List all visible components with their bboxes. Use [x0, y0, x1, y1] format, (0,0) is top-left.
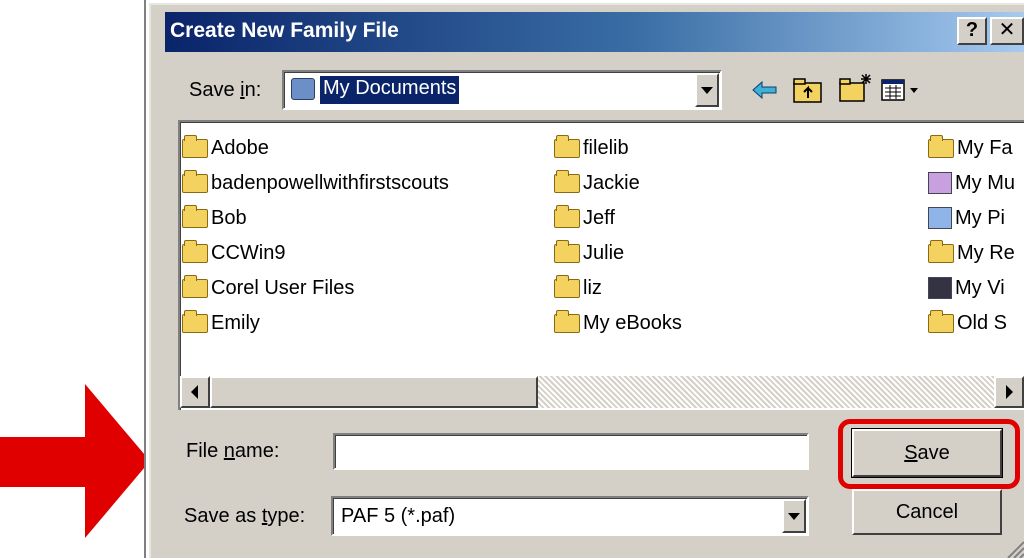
- save-as-type-combobox[interactable]: PAF 5 (*.paf): [331, 496, 809, 536]
- list-item[interactable]: Old S: [928, 309, 1007, 336]
- file-list[interactable]: Adobe badenpowellwithfirstscouts Bob CCW…: [178, 120, 1024, 410]
- list-item[interactable]: My Mu: [928, 170, 1015, 196]
- help-button[interactable]: ?: [957, 17, 987, 45]
- folder-icon: [182, 134, 208, 158]
- scroll-left-button[interactable]: [180, 376, 210, 408]
- chevron-left-icon: [191, 385, 198, 399]
- folder-icon: [182, 169, 208, 193]
- folder-icon: [554, 239, 580, 263]
- list-item[interactable]: badenpowellwithfirstscouts: [182, 169, 449, 196]
- list-item[interactable]: My Re: [928, 239, 1015, 266]
- my-documents-icon: [291, 78, 315, 100]
- save-in-combobox[interactable]: My Documents: [282, 70, 722, 110]
- folder-icon: [928, 134, 954, 158]
- save-in-value: My Documents: [318, 75, 461, 105]
- file-name-label: File name:: [186, 440, 280, 462]
- music-folder-icon: [928, 172, 952, 194]
- list-item[interactable]: Bob: [182, 204, 247, 231]
- folder-icon: [182, 309, 208, 333]
- folder-icon: [928, 309, 954, 333]
- back-arrow-icon[interactable]: [752, 79, 778, 101]
- scroll-right-button[interactable]: [994, 376, 1024, 408]
- video-folder-icon: [928, 277, 952, 299]
- chevron-right-icon: [1006, 385, 1013, 399]
- dialog-title: Create New Family File: [170, 19, 399, 42]
- list-item[interactable]: My Pi: [928, 205, 1005, 231]
- folder-icon: [182, 204, 208, 228]
- list-item[interactable]: My Vi: [928, 275, 1005, 301]
- list-item[interactable]: Adobe: [182, 134, 269, 161]
- list-item[interactable]: Jackie: [554, 169, 640, 196]
- resize-grip-icon[interactable]: [1004, 538, 1024, 558]
- folder-icon: [554, 169, 580, 193]
- red-arrow-icon: [0, 384, 150, 538]
- horizontal-scrollbar[interactable]: [180, 376, 1024, 408]
- folder-icon: [554, 134, 580, 158]
- folder-icon: [182, 239, 208, 263]
- scroll-thumb[interactable]: [210, 376, 538, 408]
- save-as-type-value: PAF 5 (*.paf): [341, 505, 456, 527]
- save-in-dropdown-button[interactable]: [695, 73, 719, 107]
- close-button[interactable]: ✕: [990, 17, 1024, 45]
- list-item[interactable]: filelib: [554, 134, 629, 161]
- new-folder-icon[interactable]: [838, 72, 874, 104]
- folder-icon: [554, 274, 580, 298]
- list-item[interactable]: liz: [554, 274, 602, 301]
- folder-icon: [928, 239, 954, 263]
- list-item[interactable]: Julie: [554, 239, 624, 266]
- cancel-button[interactable]: Cancel: [852, 489, 1002, 535]
- folder-icon: [554, 204, 580, 228]
- pictures-folder-icon: [928, 207, 952, 229]
- list-item[interactable]: My eBooks: [554, 309, 682, 336]
- list-item[interactable]: Corel User Files: [182, 274, 354, 301]
- list-item[interactable]: Emily: [182, 309, 260, 336]
- save-highlight-annotation: [838, 419, 1020, 489]
- file-name-input[interactable]: [333, 433, 809, 470]
- list-item[interactable]: Jeff: [554, 204, 615, 231]
- up-folder-icon[interactable]: [792, 76, 824, 104]
- save-as-type-label: Save as type:: [184, 505, 306, 527]
- list-item[interactable]: My Fa: [928, 134, 1013, 161]
- save-as-type-dropdown-button[interactable]: [782, 499, 806, 533]
- view-menu-icon[interactable]: [880, 78, 930, 102]
- folder-icon: [182, 274, 208, 298]
- save-in-label: Save in:: [189, 79, 262, 101]
- folder-icon: [554, 309, 580, 333]
- list-item[interactable]: CCWin9: [182, 239, 285, 266]
